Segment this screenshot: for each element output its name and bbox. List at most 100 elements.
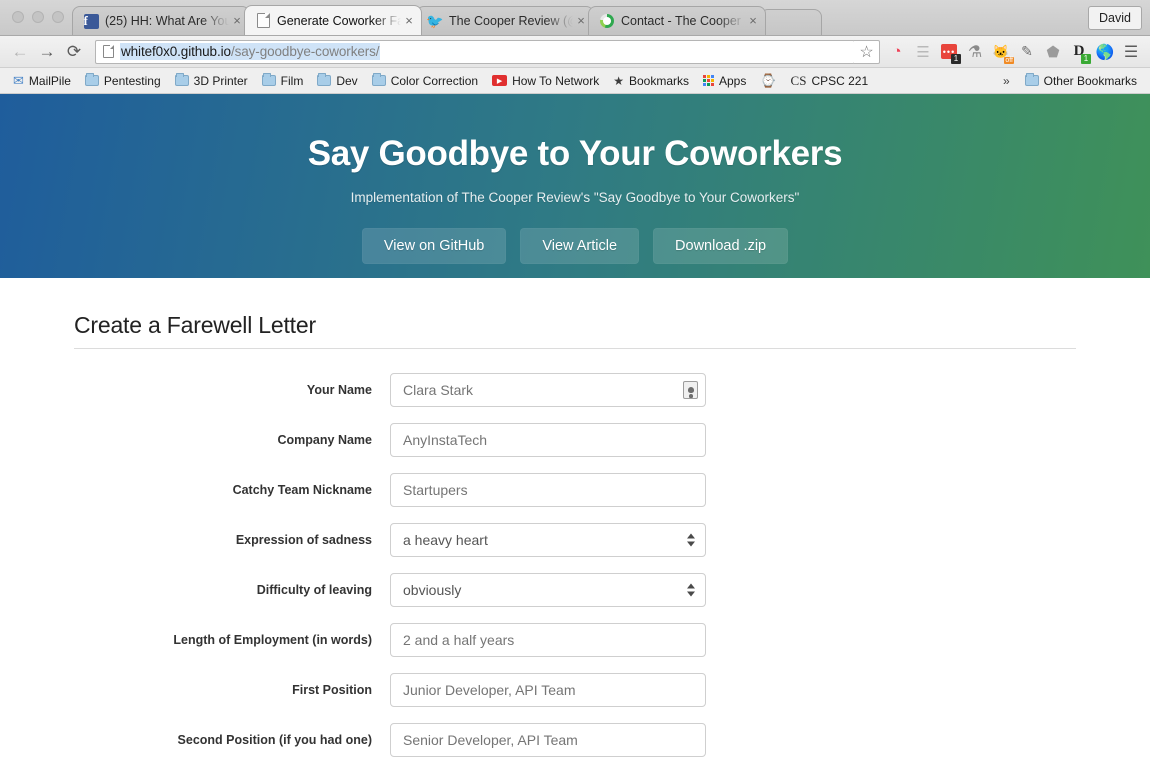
other-bookmarks-folder[interactable]: Other Bookmarks bbox=[1018, 72, 1144, 90]
bookmark-mailpile[interactable]: ✉ MailPile bbox=[6, 71, 78, 91]
tab-title: The Cooper Review (@The( bbox=[449, 14, 573, 28]
folder-icon bbox=[317, 73, 332, 86]
company-name-input[interactable] bbox=[390, 423, 706, 457]
page-info-icon[interactable] bbox=[103, 45, 114, 58]
form-row-second-position: Second Position (if you had one) bbox=[74, 723, 1076, 757]
close-window-button[interactable] bbox=[12, 11, 24, 23]
bookmark-label: Pentesting bbox=[103, 73, 161, 88]
bookmark-dev[interactable]: Dev bbox=[310, 72, 364, 90]
bookmark-history[interactable]: ⌚ bbox=[753, 71, 783, 91]
folder-icon bbox=[261, 73, 276, 86]
minimize-window-button[interactable] bbox=[32, 11, 44, 23]
team-nickname-input[interactable] bbox=[390, 473, 706, 507]
extension-toolbar: ◔ ☰ ••• 1 ⚗ 🐱 off ✎ ⬟ D 1 🌎 ☰ bbox=[884, 41, 1142, 64]
bookmark-label: Bookmarks bbox=[628, 73, 689, 88]
twitter-icon: 🐦 bbox=[426, 13, 444, 29]
length-of-employment-input[interactable] bbox=[390, 623, 706, 657]
folder-icon bbox=[84, 73, 99, 86]
noscript-off-badge: off bbox=[1004, 56, 1014, 64]
label-your-name: Your Name bbox=[306, 383, 372, 397]
folder-icon bbox=[371, 73, 386, 86]
url-path: /say-goodbye-coworkers/ bbox=[230, 44, 380, 59]
bookmark-apps[interactable]: Apps bbox=[696, 72, 753, 90]
browser-tab-active[interactable]: Generate Coworker Farewe × bbox=[244, 5, 422, 35]
bookmark-cpsc-221[interactable]: CS CPSC 221 bbox=[784, 71, 876, 91]
forward-arrow-icon[interactable]: → bbox=[35, 40, 59, 64]
globe-icon[interactable]: 🌎 bbox=[1094, 41, 1116, 63]
close-tab-button[interactable]: × bbox=[573, 13, 589, 29]
form-row-length-of-employment: Length of Employment (in words) bbox=[74, 623, 1076, 657]
bookmark-pentesting[interactable]: Pentesting bbox=[78, 72, 168, 90]
reload-icon[interactable]: ⟳ bbox=[62, 40, 86, 64]
bookmark-how-to-network[interactable]: ▶ How To Network bbox=[485, 72, 606, 90]
bookmark-3d-printer[interactable]: 3D Printer bbox=[168, 72, 255, 90]
bookmark-film[interactable]: Film bbox=[255, 72, 311, 90]
control-wrap-your-name bbox=[390, 373, 706, 407]
view-article-button[interactable]: View Article bbox=[520, 228, 640, 264]
browser-tab[interactable]: f (25) HH: What Are You Wor × bbox=[72, 6, 250, 35]
close-tab-button[interactable]: × bbox=[745, 13, 761, 29]
bookmarks-bar-right: » Other Bookmarks bbox=[995, 72, 1144, 90]
adblock-badge: 1 bbox=[951, 53, 961, 64]
address-bar[interactable]: whitef0x0.github.io/say-goodbye-coworker… bbox=[95, 39, 855, 64]
form-row-team-nickname: Catchy Team Nickname bbox=[74, 473, 1076, 507]
contact-card-autofill-icon[interactable] bbox=[683, 381, 698, 399]
youtube-icon: ▶ bbox=[492, 75, 508, 86]
reader-lines-icon[interactable]: ☰ bbox=[912, 41, 934, 63]
disconnect-icon[interactable]: D 1 bbox=[1068, 41, 1091, 64]
browser-tab[interactable]: 🐦 The Cooper Review (@The( × bbox=[416, 6, 594, 35]
bookmark-label: Film bbox=[280, 73, 304, 88]
bookmark-label: Dev bbox=[336, 73, 358, 88]
bookmarks-bar: ✉ MailPile Pentesting 3D Printer Film De… bbox=[0, 68, 1150, 94]
tab-title: Contact - The Cooper Revi bbox=[621, 14, 745, 28]
bookmark-color-correction[interactable]: Color Correction bbox=[365, 72, 485, 90]
expression-of-sadness-select[interactable]: a heavy heart bbox=[390, 523, 706, 557]
second-position-input[interactable] bbox=[390, 723, 706, 757]
noscript-cat-icon[interactable]: 🐱 off bbox=[990, 41, 1014, 64]
control-wrap-difficulty-of-leaving: obviously bbox=[390, 573, 706, 607]
new-tab-button[interactable] bbox=[760, 9, 822, 35]
disconnect-badge: 1 bbox=[1081, 53, 1091, 64]
browser-tab[interactable]: Contact - The Cooper Revi × bbox=[588, 6, 766, 35]
bookmarks-overflow-button[interactable]: » bbox=[995, 74, 1018, 88]
close-tab-button[interactable]: × bbox=[229, 13, 245, 29]
download-zip-button[interactable]: Download .zip bbox=[653, 228, 789, 264]
bookmark-label: Apps bbox=[719, 73, 747, 88]
first-position-input[interactable] bbox=[390, 673, 706, 707]
main-content: Create a Farewell Letter Your Name Compa… bbox=[74, 278, 1076, 757]
pocket-icon[interactable]: ◔ bbox=[886, 41, 908, 63]
ghostery-shield-icon[interactable]: ⬟ bbox=[1042, 41, 1064, 63]
control-wrap-expression-of-sadness: a heavy heart bbox=[390, 523, 706, 557]
label-company-name: Company Name bbox=[277, 433, 372, 447]
tab-list: f (25) HH: What Are You Wor × Generate C… bbox=[72, 0, 1150, 35]
bookmark-star-icon[interactable]: ☆ bbox=[854, 39, 880, 64]
cs-icon: CS bbox=[790, 72, 807, 88]
control-wrap-first-position bbox=[390, 673, 706, 707]
navigation-toolbar: ← → ⟳ whitef0x0.github.io/say-goodbye-co… bbox=[0, 36, 1150, 68]
page-title: Say Goodbye to Your Coworkers bbox=[307, 134, 843, 173]
measure-tool-icon[interactable]: ⚗ bbox=[964, 41, 986, 63]
profile-button[interactable]: David bbox=[1088, 6, 1142, 30]
control-wrap-length-of-employment bbox=[390, 623, 706, 657]
folder-icon bbox=[1024, 73, 1039, 86]
tab-title: Generate Coworker Farewe bbox=[277, 13, 401, 28]
label-team-nickname: Catchy Team Nickname bbox=[232, 483, 372, 497]
star-icon: ★ bbox=[613, 73, 624, 88]
view-on-github-button[interactable]: View on GitHub bbox=[361, 228, 507, 264]
adblock-icon[interactable]: ••• 1 bbox=[938, 41, 961, 64]
back-arrow-icon[interactable]: ← bbox=[8, 40, 32, 64]
your-name-input[interactable] bbox=[390, 373, 706, 407]
maximize-window-button[interactable] bbox=[52, 11, 64, 23]
page-subtitle: Implementation of The Cooper Review's "S… bbox=[350, 190, 800, 205]
form-row-first-position: First Position bbox=[74, 673, 1076, 707]
bookmark-bookmarks[interactable]: ★ Bookmarks bbox=[606, 72, 696, 90]
page-content: Say Goodbye to Your Coworkers Implementa… bbox=[0, 94, 1150, 759]
close-tab-button[interactable]: × bbox=[401, 13, 417, 29]
chrome-menu-icon[interactable]: ☰ bbox=[1120, 41, 1142, 63]
difficulty-of-leaving-select[interactable]: obviously bbox=[390, 573, 706, 607]
farewell-letter-form: Your Name Company Name Catchy Team Nickn… bbox=[74, 349, 1076, 757]
bookmark-label: CPSC 221 bbox=[811, 73, 869, 88]
bookmark-label: How To Network bbox=[512, 73, 600, 88]
label-first-position: First Position bbox=[292, 683, 372, 697]
eyedropper-icon[interactable]: ✎ bbox=[1016, 41, 1038, 63]
